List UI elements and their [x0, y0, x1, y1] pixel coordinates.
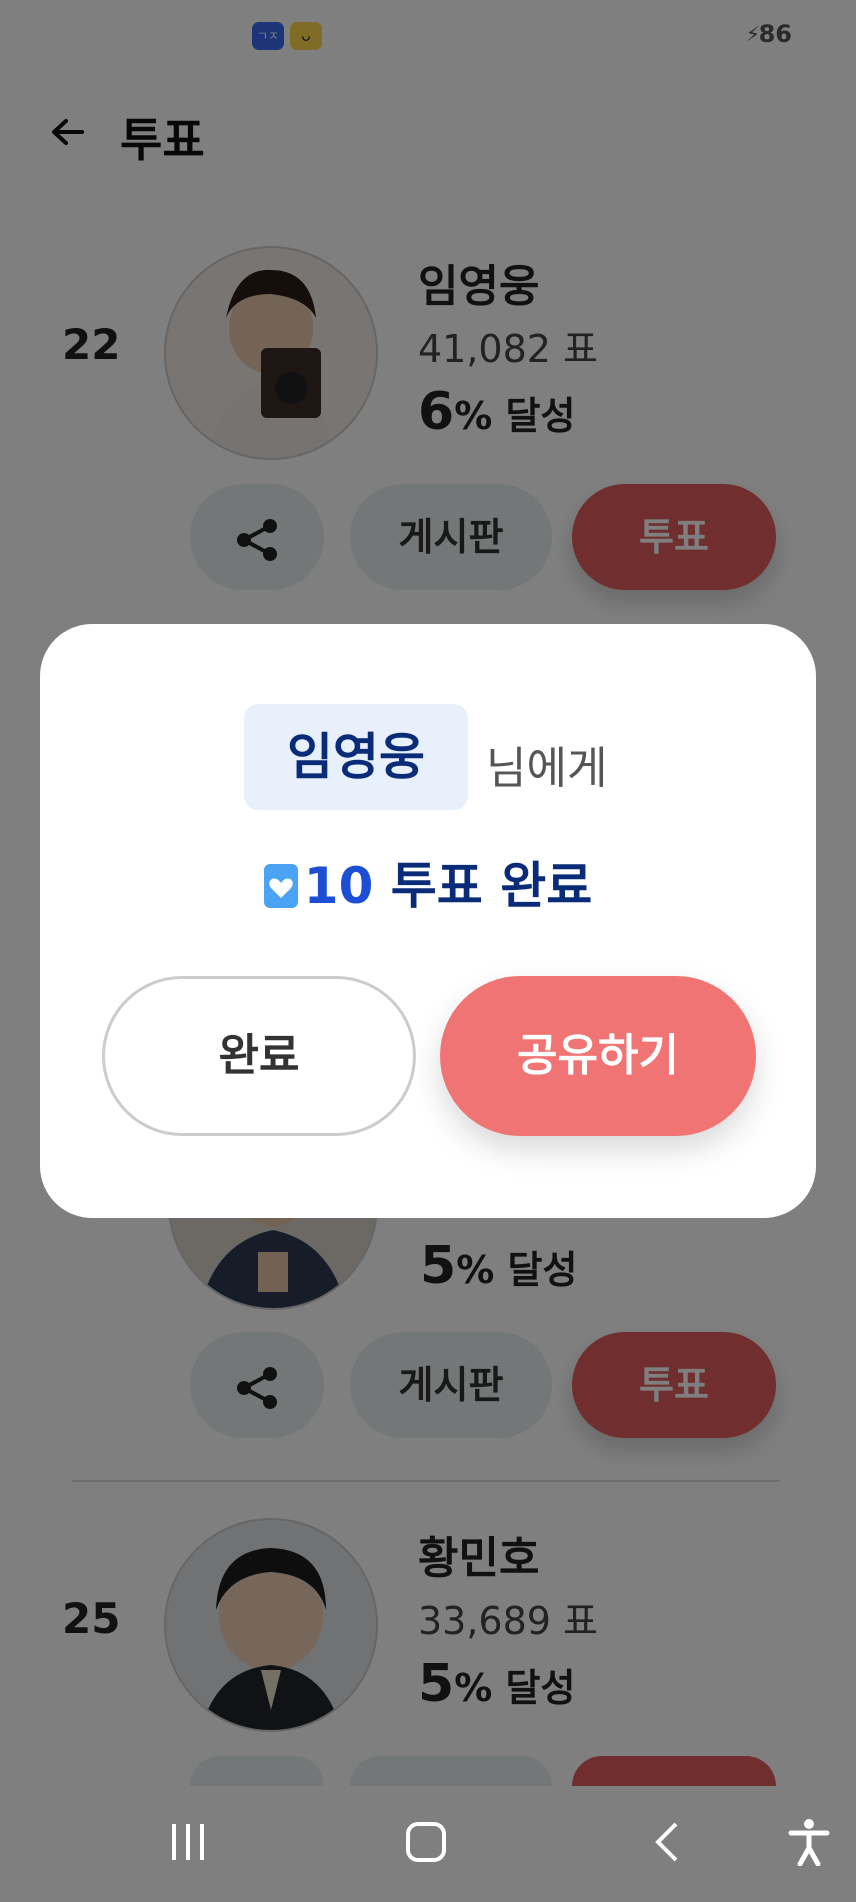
recent-apps-icon[interactable]	[168, 1820, 208, 1864]
vote-done-text: 투표 완료	[390, 857, 593, 915]
vote-complete-dialog: 임영웅 님에게 10 투표 완료 완료 공유하기	[40, 624, 816, 1218]
vote-count-sent: 10	[303, 857, 374, 915]
system-nav-bar	[0, 1786, 856, 1902]
vote-complete-message: 10 투표 완료	[40, 846, 816, 918]
recipient-suffix: 님에게	[486, 743, 608, 794]
recipient-name-chip: 임영웅	[244, 704, 468, 810]
back-icon[interactable]	[652, 1820, 682, 1864]
done-button[interactable]: 완료	[102, 976, 416, 1136]
share-result-button[interactable]: 공유하기	[440, 976, 756, 1136]
home-icon[interactable]	[404, 1820, 448, 1864]
accessibility-icon[interactable]	[788, 1818, 830, 1866]
heart-ticket-icon	[263, 863, 298, 908]
